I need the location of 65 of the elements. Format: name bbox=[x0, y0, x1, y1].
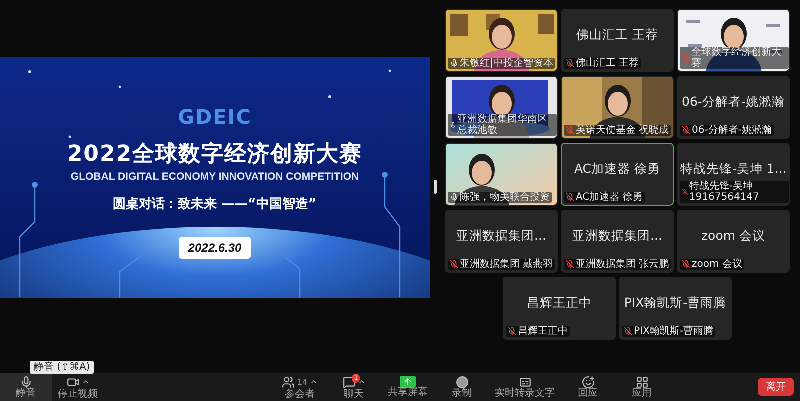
participant-label: 亚洲数据集团华南区总裁池敏 bbox=[458, 114, 549, 136]
caret-icon bbox=[82, 378, 90, 386]
participant-label: 昌辉王正中 bbox=[518, 326, 568, 337]
participant-tile[interactable]: 亚洲数据集团华南区总裁池敏 bbox=[445, 76, 558, 139]
slide-topic: 圆桌对话：致未来 ——“中国智造” bbox=[113, 196, 317, 213]
participant-tile[interactable]: 佛山汇工 王荐 佛山汇工 王荐 bbox=[561, 9, 674, 72]
apps-icon bbox=[636, 376, 648, 388]
participant-name: 佛山汇工 王荐 bbox=[576, 27, 658, 44]
participant-name: 特战先锋-吴坤 1... bbox=[680, 161, 787, 178]
participant-tile[interactable]: 特战先锋-吴坤 1... 特战先锋-吴坤 19167564147 bbox=[677, 143, 790, 206]
participant-label: PIX翰凯斯-曹雨腾 bbox=[634, 326, 714, 337]
leave-button[interactable]: 离开 bbox=[758, 378, 794, 396]
toolbar-button[interactable]: 实时转录文字 bbox=[490, 373, 560, 401]
participant-label: 陈强，物美联合投资 bbox=[460, 192, 550, 203]
participant-label: 06-分解者-姚淞瀚 bbox=[692, 125, 772, 136]
smiley-icon bbox=[582, 376, 594, 388]
participant-name: 亚洲数据集团... bbox=[572, 228, 662, 245]
participant-count: 14 bbox=[297, 378, 308, 386]
participant-tile[interactable]: 昌辉王正中 昌辉王正中 bbox=[503, 277, 616, 340]
participant-tile[interactable]: 06-分解者-姚淞瀚 06-分解者-姚淞瀚 bbox=[677, 76, 790, 139]
event-logo: GDEIC bbox=[178, 105, 252, 129]
participant-name: AC加速器 徐勇 bbox=[574, 161, 661, 178]
slide-subtitle: GLOBAL DIGITAL ECONOMY INNOVATION COMPETITION bbox=[70, 171, 360, 183]
people-icon bbox=[282, 376, 296, 388]
participant-tile[interactable]: 亚洲数据集团... 亚洲数据集团 张云鹏 bbox=[561, 210, 674, 273]
participant-tile[interactable]: 全球数字经济创新大赛 bbox=[677, 9, 790, 72]
participant-label: zoom 会议 bbox=[692, 259, 742, 270]
participant-label: 佛山汇工 王荐 bbox=[576, 58, 640, 69]
date-tag: 2022.6.30 bbox=[179, 237, 251, 259]
participant-tile[interactable]: 亚洲数据集团... 亚洲数据集团 戴燕羽 bbox=[445, 210, 558, 273]
tooltip: 静音 (⇧⌘A) bbox=[30, 361, 94, 374]
share-screen-icon bbox=[400, 376, 416, 388]
record-icon bbox=[456, 376, 468, 388]
microphone-icon bbox=[20, 376, 32, 388]
camera-icon bbox=[66, 376, 80, 388]
participant-tile[interactable]: PIX翰凯斯-曹雨腾 PIX翰凯斯-曹雨腾 bbox=[619, 277, 732, 340]
toolbar-button[interactable]: 回应 bbox=[562, 373, 614, 401]
chat-icon bbox=[342, 376, 356, 388]
resize-handle[interactable] bbox=[434, 180, 436, 194]
toolbar-button[interactable]: 共享屏幕 bbox=[382, 373, 434, 401]
toolbar-button[interactable]: 静音 bbox=[0, 373, 52, 401]
captions-icon bbox=[518, 376, 532, 388]
toolbar-button[interactable]: 14 参会者 bbox=[274, 373, 326, 401]
toolbar-button[interactable]: 停止视频 bbox=[52, 373, 104, 401]
slide-title: 2022全球数字经济创新大赛 bbox=[67, 140, 363, 169]
participant-label: 亚洲数据集团 张云鹏 bbox=[576, 259, 670, 270]
participant-name: 06-分解者-姚淞瀚 bbox=[682, 94, 785, 111]
participant-tile[interactable]: zoom 会议 zoom 会议 bbox=[677, 210, 790, 273]
participant-label: 朱敏红|中投企智资本 bbox=[460, 58, 554, 69]
active-speaker-tile[interactable]: AC加速器 徐勇 AC加速器 徐勇 bbox=[561, 143, 674, 206]
participant-name: 亚洲数据集团... bbox=[456, 228, 546, 245]
participant-name: 昌辉王正中 bbox=[527, 295, 592, 312]
participant-label: 英诺天使基金 祝晓成 bbox=[576, 125, 670, 136]
participant-name: zoom 会议 bbox=[701, 228, 766, 245]
participant-label: 亚洲数据集团 戴燕羽 bbox=[460, 259, 554, 270]
participant-tile[interactable]: 英诺天使基金 祝晓成 bbox=[561, 76, 674, 139]
participant-label: 特战先锋-吴坤 19167564147 bbox=[689, 181, 760, 203]
participant-label: AC加速器 徐勇 bbox=[576, 192, 643, 203]
participant-name: PIX翰凯斯-曹雨腾 bbox=[624, 295, 727, 312]
participant-tile[interactable]: 朱敏红|中投企智资本 bbox=[445, 9, 558, 72]
participant-tile[interactable]: 陈强，物美联合投资 bbox=[445, 143, 558, 206]
participant-label: 全球数字经济创新大赛 bbox=[692, 47, 783, 69]
toolbar-button[interactable]: 录制 bbox=[436, 373, 488, 401]
toolbar-button[interactable]: 应用 bbox=[616, 373, 668, 401]
caret-icon bbox=[310, 378, 318, 386]
